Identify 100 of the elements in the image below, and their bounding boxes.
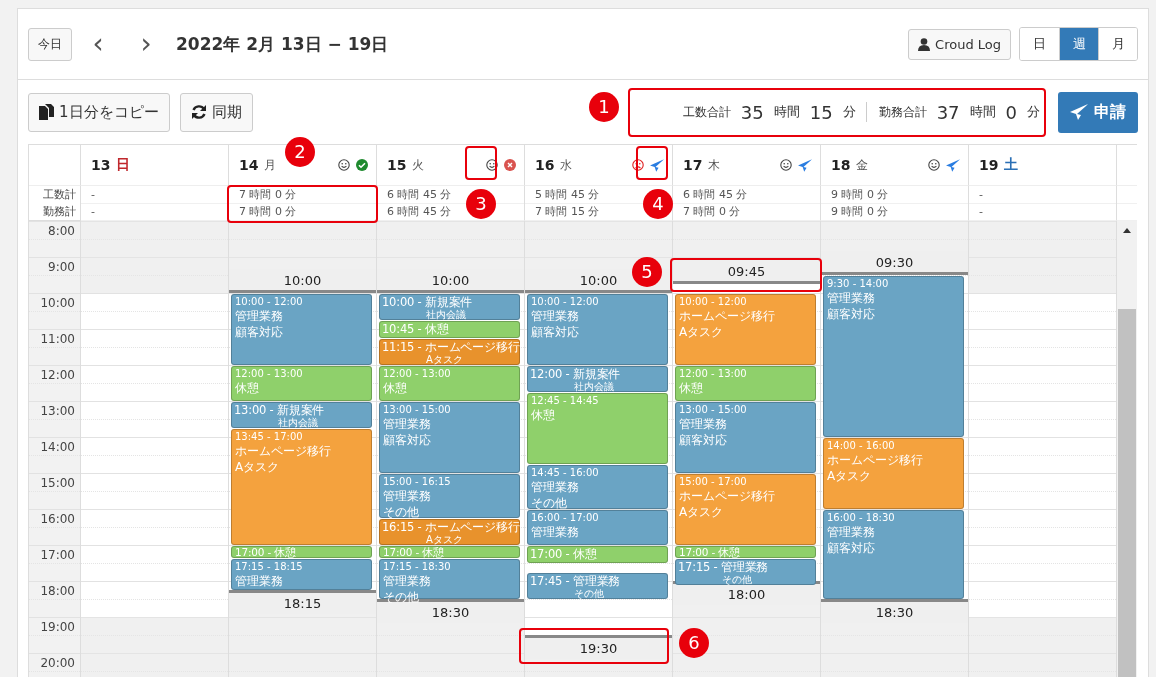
previous-button[interactable]: ‹ (76, 30, 120, 58)
total-hours: 35 (740, 101, 764, 123)
hours-unit: 時間 (969, 103, 996, 121)
hour-label: 8:00 (47, 224, 75, 238)
calendar-event[interactable]: 16:00 - 17:00 管理業務 (527, 510, 668, 545)
calendar-event[interactable]: 13:00 - 15:00 管理業務 顧客対応 (379, 402, 520, 473)
work-total: 7 時間 0 分 (239, 188, 297, 201)
weekday-label: 木 (708, 156, 721, 174)
calendar-event[interactable]: 17:00 - 休憩 (379, 546, 520, 558)
work-total: 6 時間 45 分 (683, 188, 748, 201)
calendar-event[interactable]: 14:45 - 16:00 管理業務 その他 (527, 465, 668, 509)
smiley-icon[interactable] (338, 159, 350, 171)
calendar-event[interactable]: 16:00 - 18:30 管理業務 顧客対応 (823, 510, 964, 599)
row-label: 勤務計 (43, 205, 76, 218)
calendar-event[interactable]: 13:45 - 17:00 ホームページ移行 Aタスク (231, 429, 372, 545)
work-total: 9 時間 0 分 (831, 188, 889, 201)
send-icon[interactable] (650, 158, 664, 172)
day-number: 14 (239, 157, 259, 173)
apply-button[interactable]: 申請 (1058, 91, 1138, 133)
copy-icon (39, 104, 54, 120)
day-number: 13 (91, 157, 111, 173)
weekday-label: 土 (1004, 156, 1019, 174)
calendar-event[interactable]: 14:00 - 16:00 ホームページ移行 Aタスク (823, 438, 964, 509)
weekday-label: 日 (116, 156, 131, 174)
calendar-event[interactable]: 12:00 - 新規案件 社内会議 (527, 366, 668, 392)
today-button[interactable]: 今日 (28, 27, 72, 61)
duty-total: 9 時間 0 分 (831, 205, 889, 218)
total-hours: 37 (936, 101, 960, 123)
total-label: 工数合計 (682, 103, 731, 121)
calendar-event[interactable]: 17:15 - 18:15 管理業務 (231, 559, 372, 590)
weekday-label: 水 (560, 156, 573, 174)
hour-label: 18:00 (39, 584, 75, 598)
work-total: - (91, 188, 95, 201)
calendar-event[interactable]: 12:00 - 13:00 休憩 (379, 366, 520, 401)
calendar-event[interactable]: 11:15 - ホームページ移行 Aタスク (379, 339, 520, 365)
hour-label: 15:00 (39, 476, 75, 490)
calendar-event[interactable]: 12:45 - 14:45 休憩 (527, 393, 668, 464)
scrollbar[interactable] (1117, 221, 1137, 677)
calendar-event[interactable]: 12:00 - 13:00 休憩 (231, 366, 372, 401)
next-button[interactable]: › (124, 30, 168, 58)
calendar-event[interactable]: 17:00 - 休憩 (231, 546, 372, 558)
calendar-event[interactable]: 10:00 - 12:00 ホームページ移行 Aタスク (675, 294, 816, 365)
calendar-event[interactable]: 17:00 - 休憩 (675, 546, 816, 558)
calendar-event[interactable]: 15:00 - 17:00 ホームページ移行 Aタスク (675, 474, 816, 545)
user-icon (918, 37, 931, 51)
smiley-icon[interactable] (928, 159, 940, 171)
hours-unit: 時間 (773, 103, 800, 121)
hour-label: 17:00 (39, 548, 75, 562)
calendar-event[interactable]: 9:30 - 14:00 管理業務 顧客対応 (823, 276, 964, 437)
row-label: 工数計 (43, 188, 76, 201)
refresh-icon (190, 104, 207, 120)
hour-label: 9:00 (47, 260, 75, 274)
send-icon[interactable] (946, 158, 960, 172)
total-minutes: 15 (809, 101, 833, 123)
calendar-event[interactable]: 15:00 - 16:15 管理業務 その他 (379, 474, 520, 518)
sync-button[interactable]: 同期 (179, 92, 253, 132)
copy-day-button[interactable]: 1日分をコピー (28, 92, 170, 132)
duty-total: 6 時間 45 分 (387, 205, 452, 218)
work-total: - (979, 188, 983, 201)
minutes-unit: 分 (842, 103, 856, 121)
smiley-icon[interactable] (486, 159, 498, 171)
day-number: 18 (831, 157, 851, 173)
duty-total: - (979, 205, 983, 218)
frown-icon[interactable] (632, 159, 644, 171)
work-total: 5 時間 45 分 (535, 188, 600, 201)
hour-label: 11:00 (39, 332, 75, 346)
calendar-event[interactable]: 12:00 - 13:00 休憩 (675, 366, 816, 401)
calendar-event[interactable]: 10:45 - 休憩 (379, 321, 520, 338)
hour-label: 13:00 (39, 404, 75, 418)
hour-label: 12:00 (39, 368, 75, 382)
hour-label: 10:00 (39, 296, 75, 310)
calendar-event[interactable]: 13:00 - 新規案件 社内会議 (231, 402, 372, 428)
duty-total: 7 時間 15 分 (535, 205, 600, 218)
weekday-label: 金 (856, 156, 869, 174)
highlight-frame (636, 146, 668, 180)
hour-label: 20:00 (39, 656, 75, 670)
hour-label: 19:00 (39, 620, 75, 634)
duty-total: 7 時間 0 分 (239, 205, 297, 218)
view-tab[interactable]: 週 (1059, 28, 1098, 60)
day-number: 15 (387, 157, 407, 173)
calendar-event[interactable]: 16:15 - ホームページ移行 Aタスク (379, 519, 520, 545)
croud-log-button[interactable]: Croud Log (908, 28, 1011, 60)
total-minutes: 0 (1005, 101, 1017, 123)
calendar-event[interactable]: 10:00 - 12:00 管理業務 顧客対応 (527, 294, 668, 365)
calendar-event[interactable]: 17:45 - 管理業務 その他 (527, 573, 668, 599)
smiley-icon[interactable] (780, 159, 792, 171)
calendar-event[interactable]: 10:00 - 12:00 管理業務 顧客対応 (231, 294, 372, 365)
weekday-label: 火 (412, 156, 425, 174)
calendar-event[interactable]: 13:00 - 15:00 管理業務 顧客対応 (675, 402, 816, 473)
calendar-event[interactable]: 17:00 - 休憩 (527, 546, 668, 563)
hour-label: 14:00 (39, 440, 75, 454)
calendar-event[interactable]: 10:00 - 新規案件 社内会議 (379, 294, 520, 320)
scroll-up-icon[interactable] (1123, 228, 1131, 233)
day-number: 17 (683, 157, 703, 173)
hour-label: 16:00 (39, 512, 75, 526)
day-number: 16 (535, 157, 555, 173)
view-tab[interactable]: 月 (1098, 28, 1137, 60)
minutes-unit: 分 (1027, 103, 1040, 121)
date-range-title: 2022年 2月 13日 − 19日 (176, 32, 389, 56)
send-icon[interactable] (798, 158, 812, 172)
